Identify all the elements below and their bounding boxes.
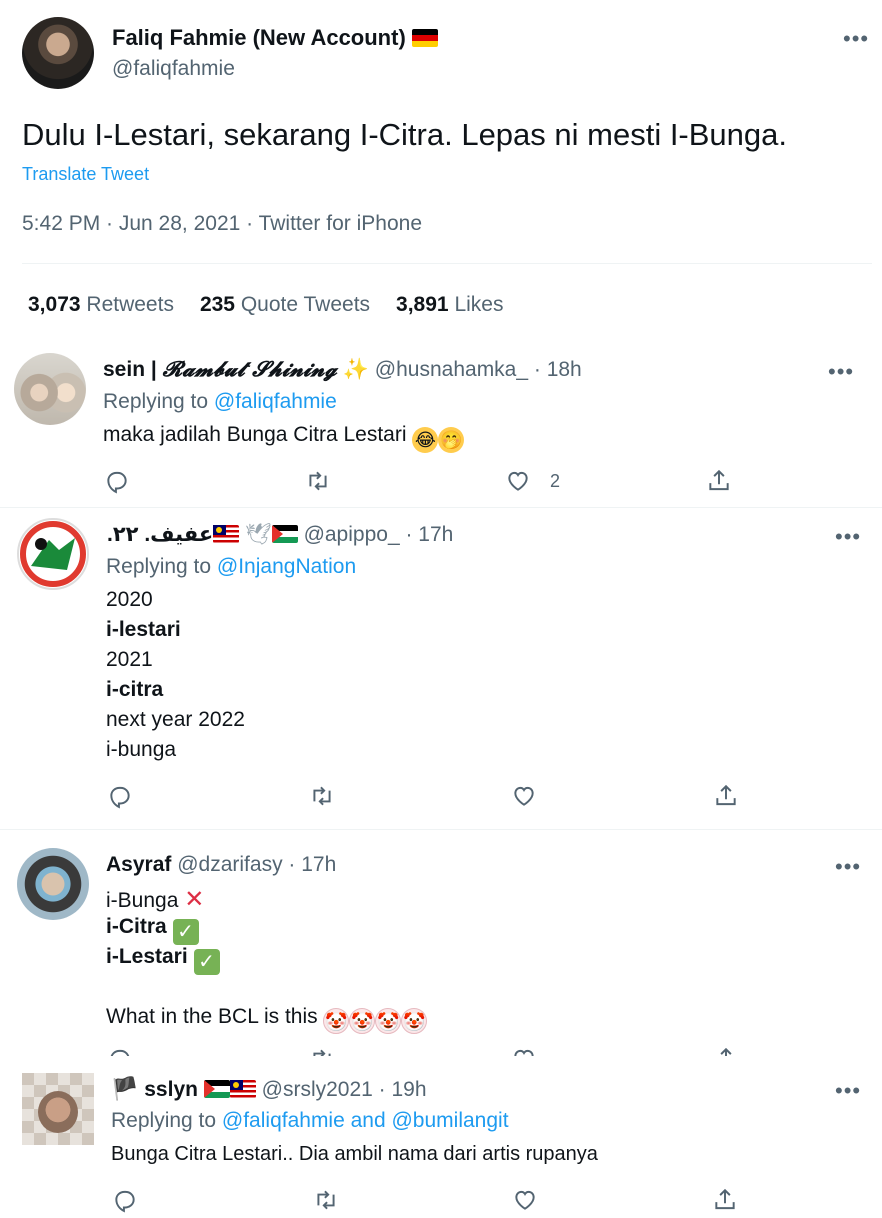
retweets-stat[interactable]: 3,073 Retweets bbox=[28, 293, 174, 316]
quotes-stat[interactable]: 235 Quote Tweets bbox=[200, 293, 370, 316]
like-icon[interactable] bbox=[505, 468, 531, 494]
reply-handle-time[interactable]: @apippo_ · 17h bbox=[304, 523, 454, 546]
reply-icon[interactable] bbox=[107, 1048, 133, 1056]
reply-line: i-citra bbox=[106, 678, 164, 701]
reply-line: i-Citra ✓ bbox=[106, 915, 199, 945]
malaysia-flag-icon bbox=[213, 525, 240, 543]
more-options-icon[interactable]: ••• bbox=[835, 1080, 861, 1102]
like-icon[interactable] bbox=[511, 783, 537, 809]
reply-header: 🏴 sslyn @srsly2021 · 19h bbox=[111, 1076, 427, 1102]
retweet-icon[interactable] bbox=[309, 1048, 335, 1056]
tweet-text: Dulu I-Lestari, sekarang I-Citra. Lepas … bbox=[22, 117, 788, 152]
dove-icon: 🕊 bbox=[245, 523, 272, 546]
divider bbox=[0, 829, 882, 830]
reply-author-name[interactable]: .عفيف. ٢٢ bbox=[107, 523, 213, 546]
reply-icon[interactable] bbox=[107, 783, 133, 809]
more-options-icon[interactable]: ••• bbox=[835, 856, 861, 878]
share-icon[interactable] bbox=[713, 1048, 739, 1056]
clown-face-emoji-icon: 🤡 bbox=[323, 1008, 350, 1034]
reply-header: sein | 𝓡𝓪𝓶𝓫𝓾𝓽 𝓢𝓱𝓲𝓷𝓲𝓷𝓰 ✨ @husnahamka_ · 1… bbox=[103, 356, 582, 381]
reply-author-name[interactable]: 𝓡𝓪𝓶𝓫𝓾𝓽 𝓢𝓱𝓲𝓷𝓲𝓷𝓰 bbox=[163, 356, 337, 381]
reply-header: .عفيف. ٢٢ 🕊 @apippo_ · 17h bbox=[107, 522, 453, 547]
replying-to-link[interactable]: @faliqfahmie and @bumilangit bbox=[222, 1109, 509, 1132]
malaysia-flag-icon bbox=[229, 1080, 256, 1098]
like-icon[interactable] bbox=[511, 1048, 537, 1056]
likes-stat[interactable]: 3,891 Likes bbox=[396, 293, 503, 316]
reply-line: i-Bunga ✕ bbox=[106, 886, 205, 913]
crying-laughing-emoji-icon: 😂 bbox=[412, 427, 439, 453]
check-mark-emoji-icon: ✓ bbox=[193, 949, 220, 975]
reply-avatar[interactable] bbox=[22, 1073, 94, 1145]
tweet-meta: 5:42 PM · Jun 28, 2021 · Twitter for iPh… bbox=[22, 212, 422, 235]
reply-line: next year 2022 bbox=[106, 708, 245, 731]
black-flag-icon: 🏴 bbox=[111, 1076, 139, 1101]
main-author-name[interactable]: Faliq Fahmie (New Account) bbox=[112, 25, 438, 51]
reply-line: i-Lestari ✓ bbox=[106, 945, 220, 975]
reply-handle-time[interactable]: @dzarifasy · 17h bbox=[177, 853, 336, 876]
reply-avatar[interactable] bbox=[17, 848, 89, 920]
share-icon[interactable] bbox=[713, 783, 739, 809]
reply-line: 2020 bbox=[106, 588, 153, 611]
divider bbox=[0, 507, 882, 508]
retweet-icon[interactable] bbox=[309, 783, 335, 809]
reply-handle-time[interactable]: @husnahamka_ · 18h bbox=[375, 358, 582, 381]
main-author-handle[interactable]: @faliqfahmie bbox=[112, 57, 235, 81]
translate-tweet-link[interactable]: Translate Tweet bbox=[22, 164, 149, 185]
share-icon[interactable] bbox=[706, 468, 732, 494]
retweet-icon[interactable] bbox=[305, 468, 331, 494]
replying-to-link[interactable]: @InjangNation bbox=[217, 555, 356, 578]
reply-author-name[interactable]: sslyn bbox=[144, 1078, 198, 1101]
tweet-stats: 3,073 Retweets 235 Quote Tweets 3,891 Like… bbox=[28, 293, 503, 317]
retweet-icon[interactable] bbox=[313, 1187, 339, 1213]
reply-avatar[interactable] bbox=[14, 353, 86, 425]
more-options-icon[interactable]: ••• bbox=[843, 28, 869, 50]
hand-over-mouth-emoji-icon: 🤭 bbox=[438, 427, 465, 453]
cross-mark-emoji-icon: ✕ bbox=[184, 886, 205, 913]
reply-icon[interactable] bbox=[104, 468, 130, 494]
divider bbox=[22, 263, 872, 264]
like-icon[interactable] bbox=[512, 1187, 538, 1213]
reply-line: 2021 bbox=[106, 648, 153, 671]
replying-to-link[interactable]: @faliqfahmie bbox=[214, 390, 337, 413]
reply-icon[interactable] bbox=[112, 1187, 138, 1213]
replying-to: Replying to @InjangNation bbox=[106, 555, 357, 578]
reply-line: What in the BCL is this 🤡 🤡 🤡 🤡 bbox=[106, 1005, 428, 1034]
more-options-icon[interactable]: ••• bbox=[835, 526, 861, 548]
share-icon[interactable] bbox=[712, 1187, 738, 1213]
reply-line: i-bunga bbox=[106, 738, 177, 761]
palestine-flag-icon bbox=[203, 1080, 230, 1098]
reply-avatar[interactable] bbox=[17, 518, 89, 590]
reply-text: Bunga Citra Lestari.. Dia ambil nama dar… bbox=[111, 1143, 598, 1165]
sparkles-icon: ✨ bbox=[342, 358, 369, 381]
clown-face-emoji-icon: 🤡 bbox=[401, 1008, 428, 1034]
palestine-flag-icon bbox=[271, 525, 298, 543]
replying-to: Replying to @faliqfahmie bbox=[103, 390, 337, 413]
check-mark-emoji-icon: ✓ bbox=[172, 919, 199, 945]
reply-text: maka jadilah Bunga Citra Lestari 😂 🤭 bbox=[103, 423, 465, 453]
germany-flag-icon bbox=[411, 29, 438, 47]
more-options-icon[interactable]: ••• bbox=[828, 361, 854, 383]
clown-face-emoji-icon: 🤡 bbox=[349, 1008, 376, 1034]
reply-header: Asyraf @dzarifasy · 17h bbox=[106, 852, 336, 877]
like-count: 2 bbox=[550, 471, 561, 491]
reply-author-name[interactable]: Asyraf bbox=[106, 853, 171, 876]
main-author-avatar[interactable] bbox=[22, 17, 94, 89]
replying-to: Replying to @faliqfahmie and @bumilangit bbox=[111, 1109, 509, 1132]
clown-face-emoji-icon: 🤡 bbox=[375, 1008, 402, 1034]
reply-line: i-lestari bbox=[106, 618, 181, 641]
clipped-action-row bbox=[0, 1048, 882, 1056]
reply-handle-time[interactable]: @srsly2021 · 19h bbox=[262, 1078, 427, 1101]
